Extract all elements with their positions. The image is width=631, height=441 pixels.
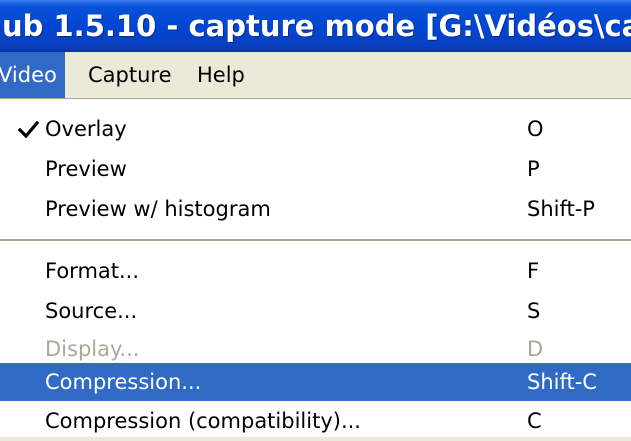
menu-item-label: Preview w/ histogram	[45, 197, 271, 221]
menu-item-overlay[interactable]: Overlay O	[0, 109, 631, 149]
menu-item-format[interactable]: Format... F	[0, 251, 631, 291]
menu-item-shortcut: C	[527, 409, 542, 433]
menu-item-shortcut: O	[527, 117, 544, 141]
menu-item-label: Format...	[45, 259, 140, 283]
menu-video[interactable]: Video	[0, 52, 65, 98]
menu-item-compression-compatibility[interactable]: Compression (compatibility)... C	[0, 401, 631, 441]
menu-item-label: Compression...	[45, 370, 202, 394]
menu-item-shortcut: F	[527, 259, 540, 283]
menu-item-preview[interactable]: Preview P	[0, 149, 631, 189]
menu-item-label: Compression (compatibility)...	[45, 409, 361, 433]
checkmark-icon	[17, 109, 40, 149]
menu-item-shortcut: P	[527, 157, 540, 181]
menu-item-preview-histogram[interactable]: Preview w/ histogram Shift-P	[0, 189, 631, 229]
menu-item-shortcut: Shift-C	[527, 370, 597, 394]
video-dropdown-menu: Overlay O Preview P Preview w/ histogram…	[0, 98, 631, 437]
menu-capture[interactable]: Capture	[80, 52, 180, 98]
window-titlebar[interactable]: ub 1.5.10 - capture mode [G:\Vidéos\capt…	[0, 0, 631, 52]
menu-item-source[interactable]: Source... S	[0, 291, 631, 331]
menu-item-label: Preview	[45, 157, 127, 181]
menu-video-label: Video	[0, 63, 57, 87]
menu-help[interactable]: Help	[189, 52, 253, 98]
window-title: ub 1.5.10 - capture mode [G:\Vidéos\capt…	[2, 9, 631, 43]
menu-capture-label: Capture	[88, 63, 172, 87]
menu-item-shortcut: Shift-P	[527, 197, 595, 221]
menu-item-label: Source...	[45, 299, 138, 323]
menu-item-label: Overlay	[45, 117, 127, 141]
menubar: Video Capture Help	[0, 52, 631, 98]
menu-help-label: Help	[197, 63, 245, 87]
menu-item-shortcut: S	[527, 299, 541, 323]
menu-separator	[0, 239, 631, 243]
menu-item-compression[interactable]: Compression... Shift-C	[0, 363, 631, 401]
